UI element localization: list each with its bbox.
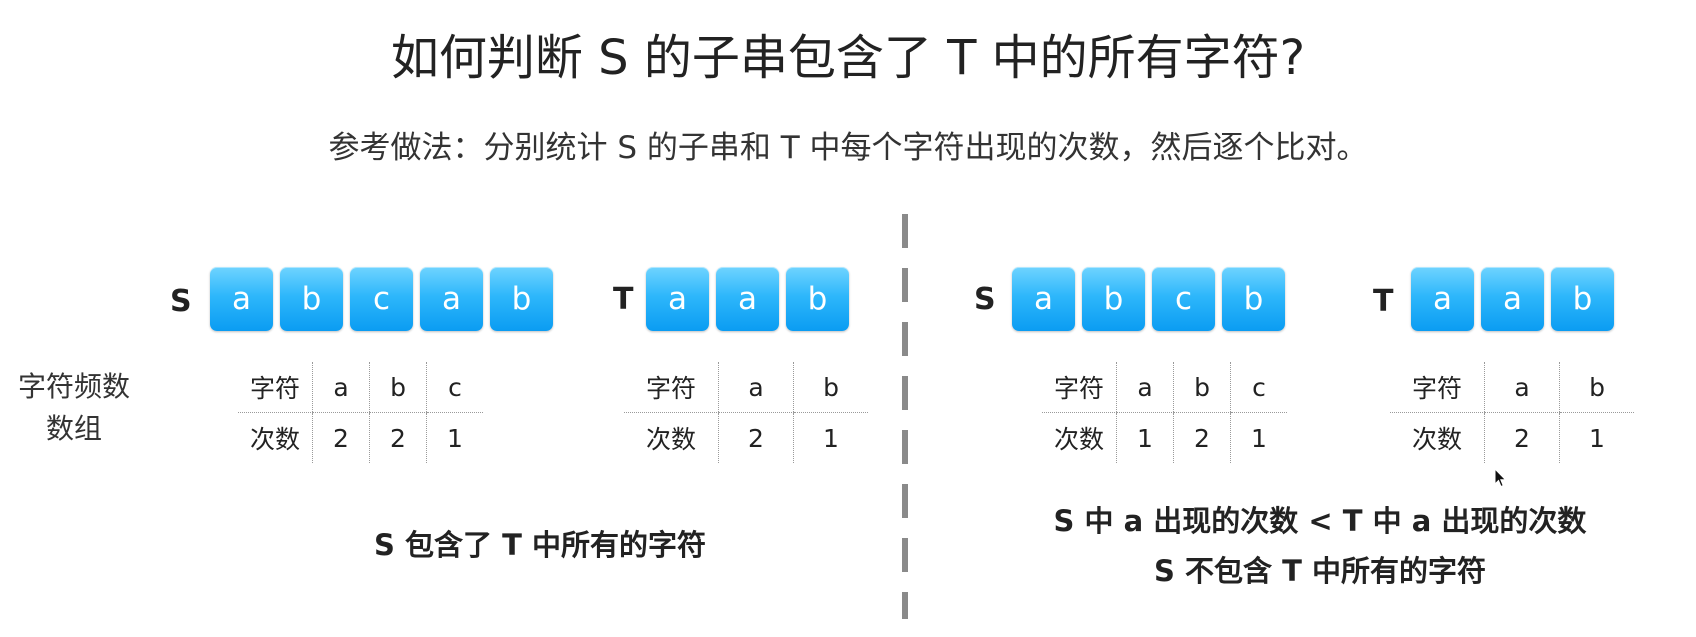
- table-cell: 1: [426, 412, 483, 463]
- table-cell: a: [718, 362, 794, 413]
- sequence-cell: a: [210, 267, 273, 331]
- table-cell: 1: [1116, 412, 1174, 463]
- table-row: 字符 a b c: [1042, 362, 1287, 413]
- method-description: 参考做法：分别统计 S 的子串和 T 中每个字符出现的次数，然后逐个比对。: [328, 130, 1368, 166]
- table-cell: 2: [312, 412, 370, 463]
- right-conclusion-line1: S 中 a 出现的次数 < T 中 a 出现的次数: [1053, 504, 1587, 538]
- sequence-cell: c: [350, 267, 413, 331]
- sequence-cell: b: [1222, 267, 1285, 331]
- sequence-cell: b: [280, 267, 343, 331]
- table-row: 字符 a b: [1390, 362, 1634, 413]
- table-cell: 次数: [249, 425, 300, 454]
- table-cell: 次数: [1411, 425, 1462, 454]
- table-cell: a: [312, 362, 370, 413]
- table-cell: a: [1116, 362, 1174, 413]
- left-s-frequency-table: 字符 a b c 次数 2 2 1: [238, 362, 483, 463]
- table-cell: 2: [1484, 412, 1560, 463]
- sequence-cell: b: [786, 267, 849, 331]
- sequence-cell: a: [1481, 267, 1544, 331]
- right-t-label: T: [1373, 284, 1394, 319]
- sequence-cell: c: [1152, 267, 1215, 331]
- frequency-array-label: 字符频数 数组: [6, 366, 142, 450]
- table-cell: 字符: [1042, 362, 1117, 413]
- table-cell: 字符: [1390, 362, 1485, 413]
- sequence-cell: a: [1411, 267, 1474, 331]
- table-row: 次数 1 2 1: [1042, 412, 1287, 463]
- table-cell: c: [426, 362, 483, 413]
- right-s-frequency-table: 字符 a b c 次数 1 2 1: [1042, 362, 1287, 463]
- table-cell: c: [1230, 362, 1287, 413]
- table-cell: 2: [369, 412, 427, 463]
- table-cell: 次数: [645, 425, 696, 454]
- left-s-sequence: a b c a b: [210, 267, 553, 331]
- right-conclusion-line2: S 不包含 T 中所有的字符: [1154, 554, 1486, 588]
- table-cell: 2: [1173, 412, 1231, 463]
- table-cell: b: [1559, 362, 1634, 413]
- sequence-cell: a: [420, 267, 483, 331]
- left-s-label: S: [170, 284, 192, 319]
- table-cell: 1: [1230, 412, 1287, 463]
- sequence-cell: b: [1082, 267, 1145, 331]
- left-t-sequence: a a b: [646, 267, 849, 331]
- table-cell: 2: [718, 412, 794, 463]
- sequence-cell: b: [1551, 267, 1614, 331]
- table-row: 次数 2 1: [1390, 412, 1634, 463]
- right-s-sequence: a b c b: [1012, 267, 1285, 331]
- table-cell: 次数: [1053, 425, 1104, 454]
- table-cell: b: [369, 362, 427, 413]
- sequence-cell: b: [490, 267, 553, 331]
- table-row: 字符 a b: [624, 362, 868, 413]
- mouse-cursor-icon: [1494, 468, 1507, 488]
- table-cell: 1: [1559, 412, 1634, 463]
- right-t-frequency-table: 字符 a b 次数 2 1: [1390, 362, 1634, 463]
- table-row: 次数 2 2 1: [238, 412, 483, 463]
- table-cell: 字符: [238, 362, 313, 413]
- table-row: 次数 2 1: [624, 412, 868, 463]
- table-cell: a: [1484, 362, 1560, 413]
- table-cell: b: [1173, 362, 1231, 413]
- sequence-cell: a: [1012, 267, 1075, 331]
- table-cell: 字符: [624, 362, 719, 413]
- section-divider: [902, 214, 908, 619]
- sequence-cell: a: [716, 267, 779, 331]
- table-row: 字符 a b c: [238, 362, 483, 413]
- left-t-frequency-table: 字符 a b 次数 2 1: [624, 362, 868, 463]
- left-conclusion: S 包含了 T 中所有的字符: [374, 528, 706, 562]
- frequency-array-label-line2: 数组: [45, 412, 102, 445]
- sequence-cell: a: [646, 267, 709, 331]
- table-cell: 1: [793, 412, 868, 463]
- page-title: 如何判断 S 的子串包含了 T 中的所有字符?: [390, 30, 1306, 86]
- table-cell: b: [793, 362, 868, 413]
- right-s-label: S: [974, 282, 996, 317]
- right-t-sequence: a a b: [1411, 267, 1614, 331]
- left-t-label: T: [613, 282, 634, 317]
- frequency-array-label-line1: 字符频数: [17, 370, 130, 403]
